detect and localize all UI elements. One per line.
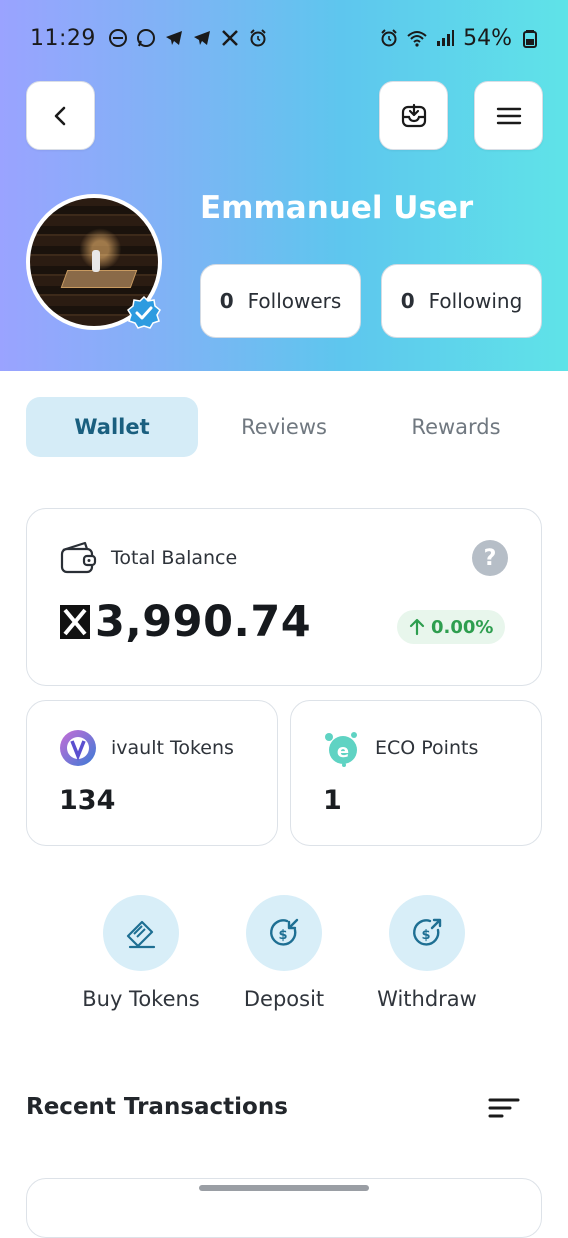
whatsapp-icon	[136, 28, 156, 48]
telegram-icon	[164, 28, 184, 48]
deposit-button[interactable]: $ Deposit	[209, 895, 359, 1011]
hamburger-menu-icon	[496, 107, 521, 124]
arrow-up-icon	[409, 618, 425, 636]
do-not-disturb-icon	[108, 28, 128, 48]
home-indicator[interactable]	[199, 1185, 369, 1191]
profile-name: Emmanuel User	[200, 190, 474, 226]
buy-tokens-circle	[103, 895, 179, 971]
withdraw-circle: $	[389, 895, 465, 971]
total-balance-card: Total Balance ? 3,990.74 0.00%	[26, 508, 542, 686]
status-bar: 11:29 54%	[30, 22, 540, 54]
inbox-download-icon	[401, 103, 426, 127]
deposit-circle: $	[246, 895, 322, 971]
wifi-icon	[407, 28, 427, 48]
followers-label: Followers	[247, 289, 342, 313]
balance-change-badge: 0.00%	[397, 610, 506, 644]
avatar-art-figure	[92, 250, 100, 272]
telegram-icon	[192, 28, 212, 48]
eco-points-card[interactable]: e ECO Points 1	[290, 700, 542, 846]
balance-label: Total Balance	[111, 547, 238, 569]
profile-header: 11:29 54% Emmanuel User 0 Followers 0 Fo…	[0, 0, 568, 371]
following-button[interactable]: 0 Following	[381, 264, 542, 338]
tab-rewards[interactable]: Rewards	[370, 397, 542, 457]
deposit-label: Deposit	[243, 987, 325, 1011]
eco-points-label: ECO Points	[375, 737, 479, 759]
ivault-tokens-card[interactable]: ivault Tokens 134	[26, 700, 278, 846]
withdraw-label: Withdraw	[377, 987, 477, 1011]
followers-count: 0	[219, 289, 234, 313]
buy-tokens-label: Buy Tokens	[82, 987, 200, 1011]
verified-badge-icon	[127, 296, 161, 329]
tab-reviews[interactable]: Reviews	[198, 397, 370, 457]
sort-filter-icon[interactable]	[486, 1094, 522, 1124]
deposit-icon: $	[270, 918, 299, 946]
eco-points-icon: e	[325, 732, 357, 767]
buy-tokens-button[interactable]: Buy Tokens	[66, 895, 216, 1011]
eco-points-value: 1	[323, 785, 342, 816]
signal-icon	[435, 28, 455, 48]
balance-change-value: 0.00%	[431, 616, 494, 638]
currency-x-icon	[60, 605, 90, 639]
profile-tabs: Wallet Reviews Rewards	[26, 397, 542, 457]
ticket-icon	[126, 920, 156, 949]
wallet-icon	[60, 541, 97, 574]
withdraw-button[interactable]: $ Withdraw	[352, 895, 502, 1011]
following-count: 0	[400, 289, 415, 313]
inbox-download-button[interactable]	[379, 81, 448, 150]
help-icon[interactable]: ?	[472, 540, 508, 576]
recent-transactions-title: Recent Transactions	[26, 1094, 288, 1120]
avatar-art-stage	[60, 270, 138, 288]
followers-button[interactable]: 0 Followers	[200, 264, 361, 338]
following-label: Following	[428, 289, 523, 313]
alarm-icon	[248, 28, 268, 48]
battery-percent: 54%	[463, 25, 512, 51]
chevron-left-icon	[54, 106, 65, 125]
ivault-token-icon	[60, 730, 96, 766]
ivault-tokens-value: 134	[59, 785, 116, 816]
menu-button[interactable]	[474, 81, 543, 150]
svg-text:e: e	[337, 741, 349, 762]
tab-wallet[interactable]: Wallet	[26, 397, 198, 457]
battery-icon	[520, 28, 540, 48]
back-button[interactable]	[26, 81, 95, 150]
ivault-tokens-label: ivault Tokens	[111, 737, 234, 759]
x-logo-icon	[220, 28, 240, 48]
withdraw-icon: $	[413, 918, 442, 946]
svg-text:$: $	[278, 928, 287, 943]
balance-value: 3,990.74	[59, 597, 311, 647]
svg-text:$: $	[421, 928, 430, 943]
status-time: 11:29	[30, 25, 96, 51]
balance-amount: 3,990.74	[95, 597, 312, 647]
alarm-icon	[379, 28, 399, 48]
